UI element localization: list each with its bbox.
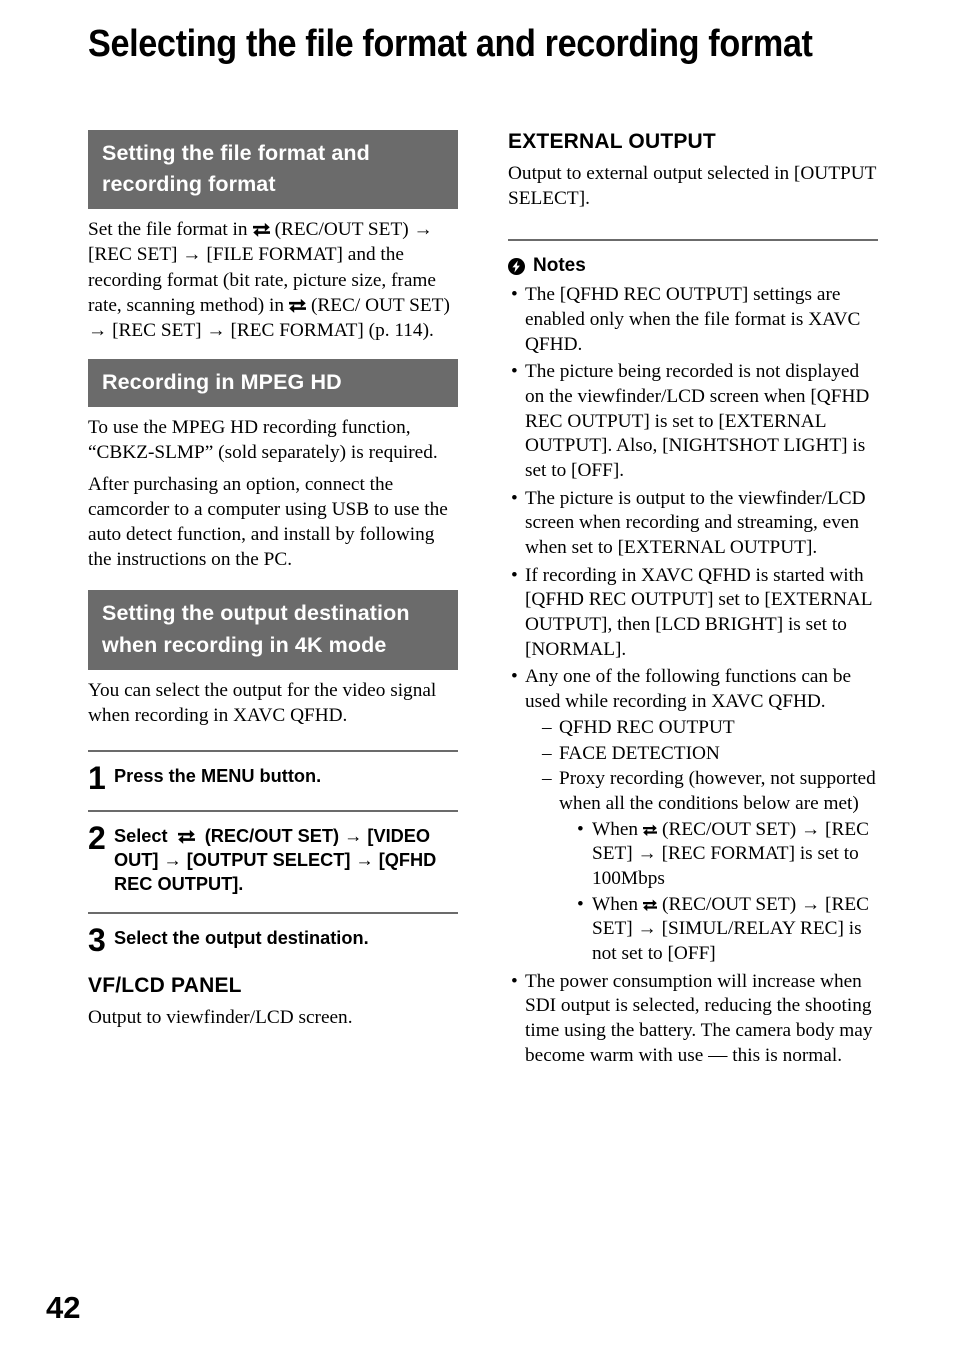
file-format-part-1: Set the file format in	[88, 219, 248, 241]
bullet-icon: •	[577, 893, 584, 915]
step-2: 2 Select (REC/OUT SET) → [VIDEO OUT] → […	[88, 812, 458, 913]
bullet-icon: •	[577, 818, 584, 840]
notes-list: • The [QFHD REC OUTPUT] settings are ena…	[508, 283, 878, 1068]
note-condition-list: • When (REC/OUT SET) → [REC SET] → [REC …	[559, 818, 878, 967]
note-item: • The power consumption will increase wh…	[508, 970, 878, 1069]
note-sub-item: – QFHD REC OUTPUT	[542, 716, 878, 741]
left-column: Setting the file format and recording fo…	[88, 130, 458, 1031]
dash-icon: –	[542, 768, 552, 790]
note-item: • Any one of the following functions can…	[508, 665, 878, 966]
rec-out-set-swap-icon	[252, 221, 271, 238]
dash-icon: –	[542, 742, 552, 764]
step-number: 1	[88, 759, 106, 796]
notes-divider	[508, 239, 878, 242]
note-sub-text: Proxy recording (however, not supported …	[559, 768, 876, 814]
note-text: If recording in XAVC QFHD is started wit…	[525, 564, 872, 660]
note-text: The picture is output to the viewfinder/…	[525, 487, 866, 559]
step-number: 2	[88, 819, 106, 856]
section-header-output-destination: Setting the output destination when reco…	[88, 590, 458, 670]
step-text: Press the MENU button.	[114, 765, 322, 786]
section-header-line-1: Setting the output destination	[102, 601, 410, 626]
page-number: 42	[46, 1290, 81, 1325]
note-item: • The [QFHD REC OUTPUT] settings are ena…	[508, 283, 878, 357]
condition-text-before-icon: When	[592, 893, 639, 915]
note-text: The picture being recorded is not displa…	[525, 361, 870, 481]
vf-lcd-panel-paragraph: Output to viewfinder/LCD screen.	[88, 1007, 353, 1029]
note-sub-text: QFHD REC OUTPUT	[559, 716, 735, 738]
bullet-icon: •	[511, 284, 518, 306]
file-format-paragraph: Set the file format in (REC/OUT SET) → […	[88, 217, 458, 342]
rec-out-set-swap-icon	[177, 828, 196, 845]
rec-out-set-swap-icon	[288, 297, 307, 314]
section-header-line-2: when recording in 4K mode	[102, 632, 387, 657]
bullet-icon: •	[511, 487, 518, 509]
notes-heading-label: Notes	[533, 255, 586, 277]
rec-out-set-swap-icon	[642, 898, 658, 912]
note-condition-item: • When (REC/OUT SET) → [REC SET] → [REC …	[577, 818, 878, 892]
note-sub-item: – Proxy recording (however, not supporte…	[542, 767, 878, 967]
dash-icon: –	[542, 716, 552, 738]
note-condition-item: • When (REC/OUT SET) → [REC SET] → [SIMU…	[577, 893, 878, 967]
page-title: Selecting the file format and recording …	[88, 23, 813, 65]
file-format-part-2: (REC/OUT SET)	[274, 219, 409, 241]
note-sub-list: – QFHD REC OUTPUT – FACE DETECTION – Pro…	[525, 716, 878, 967]
step-number: 3	[88, 922, 106, 959]
notes-heading: Notes	[508, 255, 878, 277]
condition-text-before-icon: When	[592, 818, 639, 840]
note-text: The power consumption will increase when…	[525, 970, 873, 1066]
section-header-line-1: Recording in MPEG HD	[102, 369, 342, 394]
step-text: Select the output destination.	[114, 928, 369, 949]
note-item: • The picture is output to the viewfinde…	[508, 487, 878, 561]
note-sub-text: FACE DETECTION	[559, 742, 720, 764]
section-header-file-format: Setting the file format and recording fo…	[88, 130, 458, 210]
external-output-paragraph: Output to external output selected in [O…	[508, 163, 877, 210]
output-destination-paragraph: You can select the output for the video …	[88, 679, 437, 726]
note-text: The [QFHD REC OUTPUT] settings are enabl…	[525, 284, 861, 355]
note-sub-item: – FACE DETECTION	[542, 742, 878, 767]
section-header-line-1: Setting the file format and	[102, 141, 370, 165]
step-text-before-icon: Select	[114, 825, 168, 846]
bullet-icon: •	[511, 666, 518, 688]
note-item: • The picture being recorded is not disp…	[508, 360, 878, 483]
step-text: Select (REC/OUT SET) → [VIDEO OUT] → [OU…	[114, 824, 458, 897]
rec-out-set-swap-icon	[642, 823, 658, 837]
section-header-line-2: recording format	[102, 172, 276, 197]
mpeg-hd-paragraph-2: After purchasing an option, connect the …	[88, 474, 448, 571]
bullet-icon: •	[511, 564, 518, 586]
step-3: 3 Select the output destination.	[88, 914, 458, 962]
subheading-vf-lcd-panel: VF/LCD PANEL	[88, 974, 242, 998]
step-1: 1 Press the MENU button.	[88, 752, 458, 810]
section-header-mpeg-hd: Recording in MPEG HD	[88, 358, 458, 407]
subheading-external-output: EXTERNAL OUTPUT	[508, 130, 716, 153]
note-text: Any one of the following functions can b…	[525, 666, 852, 713]
note-lightning-icon	[508, 257, 525, 275]
bullet-icon: •	[511, 970, 518, 992]
note-item: • If recording in XAVC QFHD is started w…	[508, 564, 878, 663]
mpeg-hd-paragraph-1: To use the MPEG HD recording function, “…	[88, 416, 438, 463]
bullet-icon: •	[511, 361, 518, 383]
right-column: EXTERNAL OUTPUT Output to external outpu…	[508, 130, 878, 1071]
